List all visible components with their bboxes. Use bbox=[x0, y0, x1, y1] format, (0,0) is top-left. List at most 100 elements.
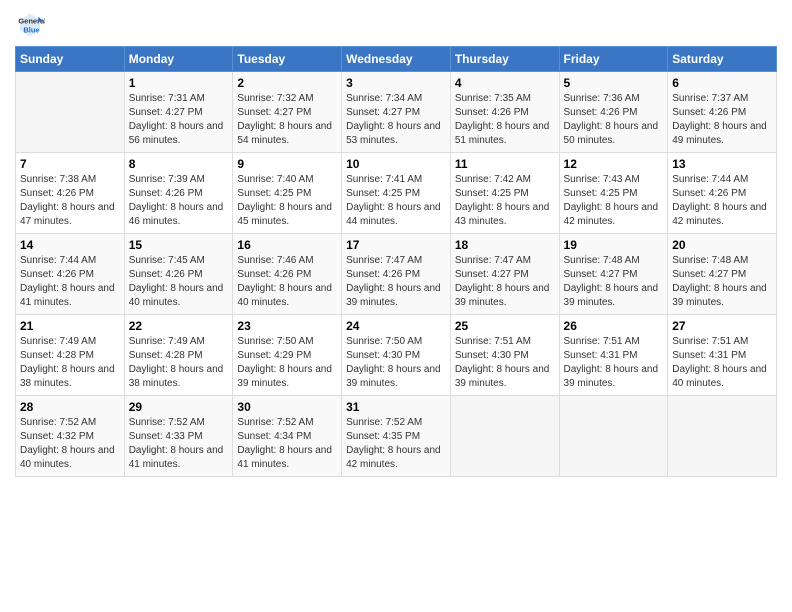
week-row-4: 28 Sunrise: 7:52 AMSunset: 4:32 PMDaylig… bbox=[16, 396, 777, 477]
day-number: 28 bbox=[20, 400, 120, 414]
day-number: 23 bbox=[237, 319, 337, 333]
day-info: Sunrise: 7:50 AMSunset: 4:29 PMDaylight:… bbox=[237, 336, 332, 389]
calendar-cell: 2 Sunrise: 7:32 AMSunset: 4:27 PMDayligh… bbox=[233, 72, 342, 153]
day-info: Sunrise: 7:42 AMSunset: 4:25 PMDaylight:… bbox=[455, 174, 550, 227]
header: General Blue bbox=[15, 10, 777, 40]
day-info: Sunrise: 7:43 AMSunset: 4:25 PMDaylight:… bbox=[564, 174, 659, 227]
day-number: 4 bbox=[455, 76, 555, 90]
calendar-cell: 6 Sunrise: 7:37 AMSunset: 4:26 PMDayligh… bbox=[668, 72, 777, 153]
day-info: Sunrise: 7:38 AMSunset: 4:26 PMDaylight:… bbox=[20, 174, 115, 227]
day-number: 10 bbox=[346, 157, 446, 171]
calendar-cell: 14 Sunrise: 7:44 AMSunset: 4:26 PMDaylig… bbox=[16, 234, 125, 315]
day-number: 11 bbox=[455, 157, 555, 171]
day-info: Sunrise: 7:52 AMSunset: 4:32 PMDaylight:… bbox=[20, 417, 115, 470]
header-row: SundayMondayTuesdayWednesdayThursdayFrid… bbox=[16, 47, 777, 72]
day-number: 2 bbox=[237, 76, 337, 90]
calendar-cell: 31 Sunrise: 7:52 AMSunset: 4:35 PMDaylig… bbox=[342, 396, 451, 477]
calendar-cell: 30 Sunrise: 7:52 AMSunset: 4:34 PMDaylig… bbox=[233, 396, 342, 477]
weekday-header-sunday: Sunday bbox=[16, 47, 125, 72]
calendar-cell: 13 Sunrise: 7:44 AMSunset: 4:26 PMDaylig… bbox=[668, 153, 777, 234]
day-info: Sunrise: 7:45 AMSunset: 4:26 PMDaylight:… bbox=[129, 255, 224, 308]
calendar-cell: 11 Sunrise: 7:42 AMSunset: 4:25 PMDaylig… bbox=[450, 153, 559, 234]
calendar-cell: 17 Sunrise: 7:47 AMSunset: 4:26 PMDaylig… bbox=[342, 234, 451, 315]
calendar-cell bbox=[450, 396, 559, 477]
calendar-cell: 21 Sunrise: 7:49 AMSunset: 4:28 PMDaylig… bbox=[16, 315, 125, 396]
day-info: Sunrise: 7:36 AMSunset: 4:26 PMDaylight:… bbox=[564, 93, 659, 146]
calendar-cell: 18 Sunrise: 7:47 AMSunset: 4:27 PMDaylig… bbox=[450, 234, 559, 315]
weekday-header-monday: Monday bbox=[124, 47, 233, 72]
day-number: 27 bbox=[672, 319, 772, 333]
svg-text:Blue: Blue bbox=[23, 26, 39, 35]
calendar-cell: 7 Sunrise: 7:38 AMSunset: 4:26 PMDayligh… bbox=[16, 153, 125, 234]
day-info: Sunrise: 7:52 AMSunset: 4:33 PMDaylight:… bbox=[129, 417, 224, 470]
day-info: Sunrise: 7:40 AMSunset: 4:25 PMDaylight:… bbox=[237, 174, 332, 227]
day-info: Sunrise: 7:37 AMSunset: 4:26 PMDaylight:… bbox=[672, 93, 767, 146]
day-number: 31 bbox=[346, 400, 446, 414]
day-number: 5 bbox=[564, 76, 664, 90]
calendar-cell: 29 Sunrise: 7:52 AMSunset: 4:33 PMDaylig… bbox=[124, 396, 233, 477]
logo: General Blue bbox=[15, 10, 45, 40]
day-number: 12 bbox=[564, 157, 664, 171]
logo-icon: General Blue bbox=[15, 10, 45, 40]
day-info: Sunrise: 7:31 AMSunset: 4:27 PMDaylight:… bbox=[129, 93, 224, 146]
calendar-cell: 28 Sunrise: 7:52 AMSunset: 4:32 PMDaylig… bbox=[16, 396, 125, 477]
calendar-cell bbox=[668, 396, 777, 477]
weekday-header-tuesday: Tuesday bbox=[233, 47, 342, 72]
weekday-header-saturday: Saturday bbox=[668, 47, 777, 72]
day-number: 16 bbox=[237, 238, 337, 252]
day-number: 1 bbox=[129, 76, 229, 90]
week-row-1: 7 Sunrise: 7:38 AMSunset: 4:26 PMDayligh… bbox=[16, 153, 777, 234]
weekday-header-wednesday: Wednesday bbox=[342, 47, 451, 72]
day-info: Sunrise: 7:49 AMSunset: 4:28 PMDaylight:… bbox=[20, 336, 115, 389]
day-number: 8 bbox=[129, 157, 229, 171]
day-number: 7 bbox=[20, 157, 120, 171]
calendar-cell: 12 Sunrise: 7:43 AMSunset: 4:25 PMDaylig… bbox=[559, 153, 668, 234]
calendar-cell: 25 Sunrise: 7:51 AMSunset: 4:30 PMDaylig… bbox=[450, 315, 559, 396]
day-number: 3 bbox=[346, 76, 446, 90]
day-info: Sunrise: 7:34 AMSunset: 4:27 PMDaylight:… bbox=[346, 93, 441, 146]
calendar-cell: 4 Sunrise: 7:35 AMSunset: 4:26 PMDayligh… bbox=[450, 72, 559, 153]
page-container: General Blue SundayMondayTuesdayWednesda… bbox=[0, 0, 792, 487]
day-info: Sunrise: 7:44 AMSunset: 4:26 PMDaylight:… bbox=[20, 255, 115, 308]
day-number: 15 bbox=[129, 238, 229, 252]
calendar-cell bbox=[559, 396, 668, 477]
day-number: 22 bbox=[129, 319, 229, 333]
day-info: Sunrise: 7:51 AMSunset: 4:30 PMDaylight:… bbox=[455, 336, 550, 389]
day-info: Sunrise: 7:41 AMSunset: 4:25 PMDaylight:… bbox=[346, 174, 441, 227]
calendar-cell: 5 Sunrise: 7:36 AMSunset: 4:26 PMDayligh… bbox=[559, 72, 668, 153]
day-info: Sunrise: 7:32 AMSunset: 4:27 PMDaylight:… bbox=[237, 93, 332, 146]
day-number: 17 bbox=[346, 238, 446, 252]
day-info: Sunrise: 7:52 AMSunset: 4:34 PMDaylight:… bbox=[237, 417, 332, 470]
day-number: 25 bbox=[455, 319, 555, 333]
week-row-0: 1 Sunrise: 7:31 AMSunset: 4:27 PMDayligh… bbox=[16, 72, 777, 153]
day-number: 6 bbox=[672, 76, 772, 90]
calendar-cell: 19 Sunrise: 7:48 AMSunset: 4:27 PMDaylig… bbox=[559, 234, 668, 315]
day-number: 20 bbox=[672, 238, 772, 252]
calendar-cell: 15 Sunrise: 7:45 AMSunset: 4:26 PMDaylig… bbox=[124, 234, 233, 315]
day-info: Sunrise: 7:46 AMSunset: 4:26 PMDaylight:… bbox=[237, 255, 332, 308]
day-info: Sunrise: 7:47 AMSunset: 4:26 PMDaylight:… bbox=[346, 255, 441, 308]
day-info: Sunrise: 7:52 AMSunset: 4:35 PMDaylight:… bbox=[346, 417, 441, 470]
calendar-cell: 20 Sunrise: 7:48 AMSunset: 4:27 PMDaylig… bbox=[668, 234, 777, 315]
day-number: 9 bbox=[237, 157, 337, 171]
week-row-2: 14 Sunrise: 7:44 AMSunset: 4:26 PMDaylig… bbox=[16, 234, 777, 315]
day-info: Sunrise: 7:48 AMSunset: 4:27 PMDaylight:… bbox=[672, 255, 767, 308]
day-number: 14 bbox=[20, 238, 120, 252]
day-info: Sunrise: 7:49 AMSunset: 4:28 PMDaylight:… bbox=[129, 336, 224, 389]
day-number: 19 bbox=[564, 238, 664, 252]
day-info: Sunrise: 7:44 AMSunset: 4:26 PMDaylight:… bbox=[672, 174, 767, 227]
weekday-header-friday: Friday bbox=[559, 47, 668, 72]
week-row-3: 21 Sunrise: 7:49 AMSunset: 4:28 PMDaylig… bbox=[16, 315, 777, 396]
day-number: 21 bbox=[20, 319, 120, 333]
calendar-cell: 24 Sunrise: 7:50 AMSunset: 4:30 PMDaylig… bbox=[342, 315, 451, 396]
day-info: Sunrise: 7:51 AMSunset: 4:31 PMDaylight:… bbox=[672, 336, 767, 389]
day-info: Sunrise: 7:35 AMSunset: 4:26 PMDaylight:… bbox=[455, 93, 550, 146]
day-info: Sunrise: 7:39 AMSunset: 4:26 PMDaylight:… bbox=[129, 174, 224, 227]
day-info: Sunrise: 7:50 AMSunset: 4:30 PMDaylight:… bbox=[346, 336, 441, 389]
calendar-cell: 27 Sunrise: 7:51 AMSunset: 4:31 PMDaylig… bbox=[668, 315, 777, 396]
calendar-cell: 22 Sunrise: 7:49 AMSunset: 4:28 PMDaylig… bbox=[124, 315, 233, 396]
calendar-cell: 1 Sunrise: 7:31 AMSunset: 4:27 PMDayligh… bbox=[124, 72, 233, 153]
calendar-cell: 23 Sunrise: 7:50 AMSunset: 4:29 PMDaylig… bbox=[233, 315, 342, 396]
calendar-cell: 8 Sunrise: 7:39 AMSunset: 4:26 PMDayligh… bbox=[124, 153, 233, 234]
calendar-cell: 16 Sunrise: 7:46 AMSunset: 4:26 PMDaylig… bbox=[233, 234, 342, 315]
